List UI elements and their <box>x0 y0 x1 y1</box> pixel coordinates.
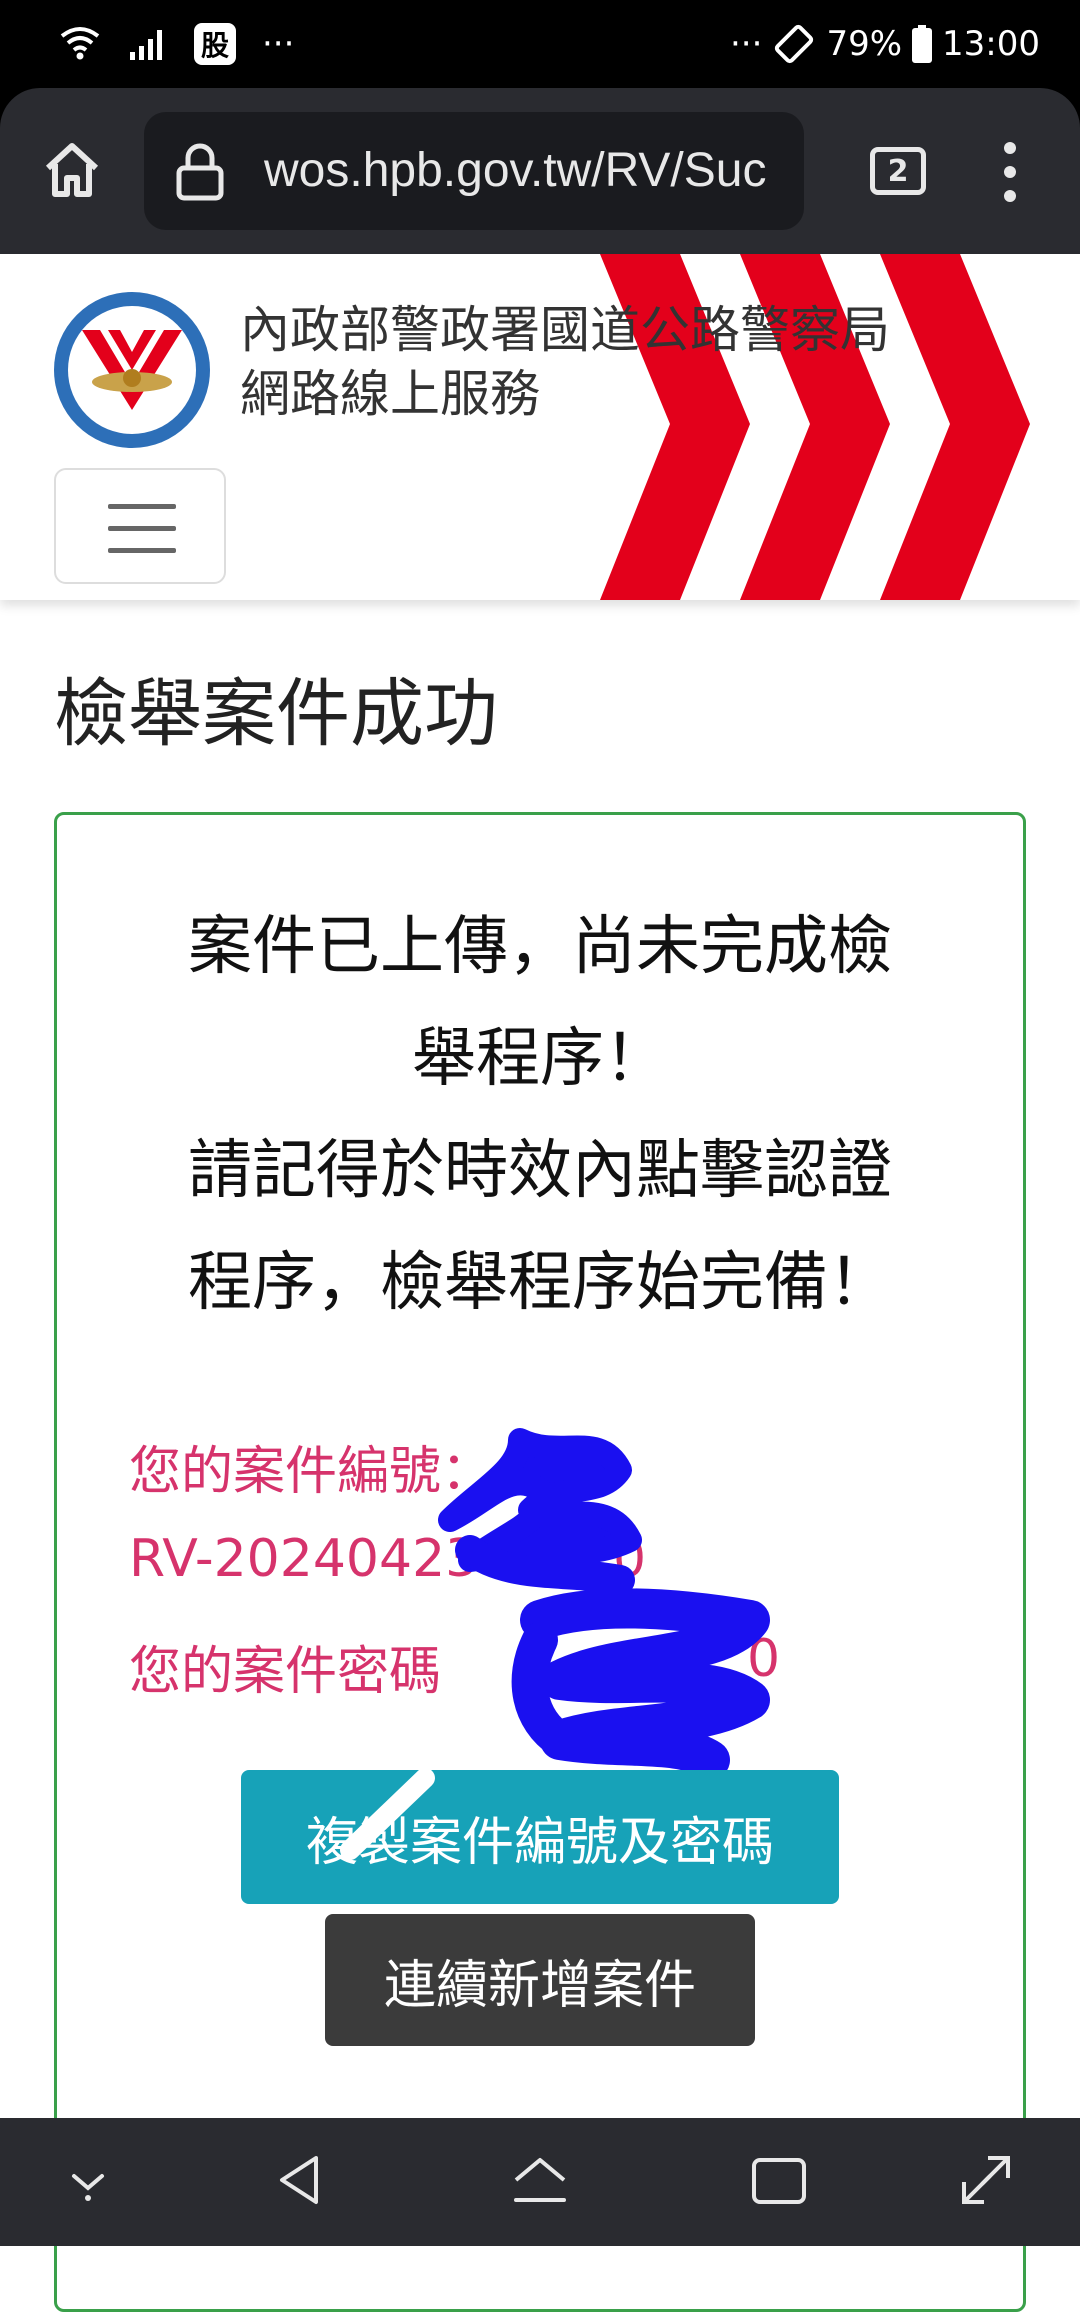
chevron-down-icon[interactable] <box>64 2162 112 2202</box>
home-nav-icon[interactable] <box>510 2152 570 2208</box>
status-more-left: ··· <box>262 24 295 64</box>
status-right: ··· 79% 13:00 <box>730 16 1040 72</box>
rotate-icon <box>775 24 814 64</box>
url-text[interactable]: wos.hpb.gov.tw/RV/Suc <box>264 112 766 230</box>
case-password-label: 您的案件密碼 <box>129 1642 442 1702</box>
hamburger-icon <box>108 504 176 509</box>
message-line-4: 程序，檢舉程序始完備！ <box>188 1246 892 1320</box>
hamburger-menu-button[interactable] <box>54 468 226 584</box>
site-subtitle: 網路線上服務 <box>240 365 540 423</box>
battery-icon <box>912 25 933 63</box>
case-number-tail: 0 <box>613 1529 647 1589</box>
tab-switcher-button[interactable]: 2 <box>870 147 926 195</box>
message-line-2: 舉程序！ <box>412 1022 668 1096</box>
battery-percent: 79% <box>826 24 903 64</box>
hamburger-line <box>108 548 176 553</box>
add-new-case-button[interactable]: 連續新增案件 <box>325 1914 755 2046</box>
clock: 13:00 <box>942 24 1040 64</box>
overflow-menu-icon[interactable] <box>1000 140 1020 204</box>
site-header: 內政部警政署國道公路警察局 網路線上服務 <box>0 254 1080 600</box>
copy-case-button[interactable]: 複製案件編號及密碼 <box>241 1770 839 1904</box>
back-icon[interactable] <box>272 2152 328 2208</box>
home-icon[interactable] <box>40 138 104 202</box>
result-card: 案件已上傳，尚未完成檢 舉程序！ 請記得於時效內點擊認證 程序，檢舉程序始完備！… <box>54 812 1026 2312</box>
case-number-label: 您的案件編號： <box>129 1442 494 1502</box>
address-bar[interactable]: wos.hpb.gov.tw/RV/Suc <box>144 112 804 230</box>
app-notification-icon: 股 <box>194 23 236 65</box>
recent-apps-icon[interactable] <box>750 2156 808 2206</box>
lock-icon[interactable] <box>174 142 226 202</box>
message-line-3: 請記得於時效內點擊認證 <box>188 1134 892 1208</box>
hamburger-line <box>108 526 176 531</box>
police-logo[interactable] <box>52 290 212 450</box>
status-left: 股 ··· <box>58 16 294 72</box>
site-title: 內政部警政署國道公路警察局 <box>240 301 890 359</box>
bottom-nav-bar <box>0 2118 1080 2246</box>
signal-icon <box>130 30 162 60</box>
status-more-right: ··· <box>730 24 763 64</box>
page-title: 檢舉案件成功 <box>54 671 498 757</box>
case-password-tail: 0 <box>747 1629 781 1689</box>
status-bar: 股 ··· ··· 79% 13:00 <box>0 0 1080 88</box>
expand-icon[interactable] <box>958 2152 1016 2210</box>
message-line-1: 案件已上傳，尚未完成檢 <box>188 910 892 984</box>
wifi-icon <box>60 27 100 60</box>
case-number-value: RV-20240423 <box>129 1529 479 1589</box>
